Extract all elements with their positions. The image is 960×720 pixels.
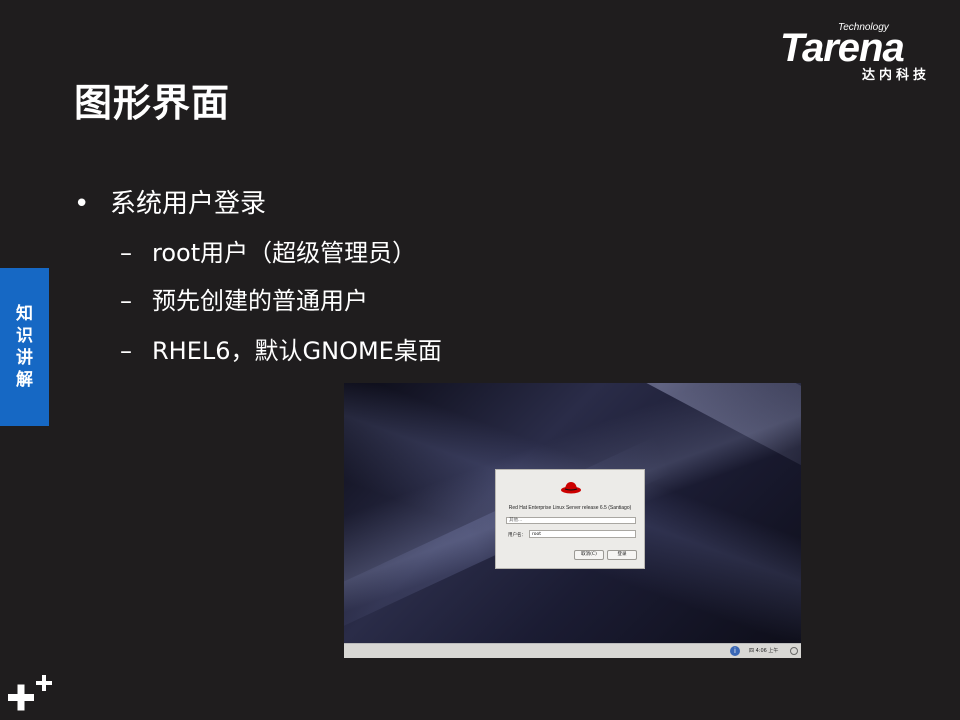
tarena-logo: Technology Tarena 达内科技 bbox=[780, 22, 950, 83]
login-button[interactable]: 登录 bbox=[607, 550, 637, 560]
bullet-dot-icon: • bbox=[74, 189, 90, 219]
dialog-title: Red Hat Enterprise Linux Server release … bbox=[508, 505, 632, 511]
page-title: 图形界面 bbox=[74, 81, 231, 125]
plus-decoration-icon bbox=[8, 675, 52, 711]
bullet-sub: – RHEL6，默认GNOME桌面 bbox=[120, 331, 442, 366]
dash-icon: – bbox=[120, 287, 132, 315]
username-input[interactable]: root bbox=[529, 530, 636, 538]
bullet-main-text: 系统用户登录 bbox=[110, 189, 267, 219]
power-icon[interactable] bbox=[790, 647, 798, 655]
side-tab-char: 解 bbox=[16, 370, 33, 390]
cancel-button[interactable]: 取消(C) bbox=[574, 550, 604, 560]
redhat-logo-icon bbox=[561, 482, 581, 494]
bullet-sub-text: root用户（超级管理员） bbox=[152, 239, 417, 267]
side-tab-char: 知 bbox=[16, 304, 33, 324]
taskbar: i 四 4:06 上午 bbox=[344, 643, 801, 658]
logo-chinese-text: 达内科技 bbox=[862, 68, 931, 83]
username-label: 用户名： bbox=[508, 533, 526, 538]
login-dialog: Red Hat Enterprise Linux Server release … bbox=[495, 469, 645, 569]
side-tab-char: 识 bbox=[16, 326, 33, 346]
side-tab-char: 讲 bbox=[16, 348, 33, 368]
accessibility-icon[interactable]: i bbox=[730, 646, 740, 656]
dash-icon: – bbox=[120, 337, 132, 365]
dash-icon: – bbox=[120, 239, 132, 267]
gnome-login-screenshot: Red Hat Enterprise Linux Server release … bbox=[344, 383, 801, 658]
side-tab-knowledge: 知 识 讲 解 bbox=[0, 268, 49, 426]
bullet-main: • 系统用户登录 bbox=[74, 183, 266, 220]
bullet-sub: – 预先创建的普通用户 bbox=[120, 281, 368, 316]
taskbar-clock: 四 4:06 上午 bbox=[749, 648, 779, 654]
other-user-input[interactable]: 其他... bbox=[506, 517, 636, 524]
bullet-sub-text: RHEL6，默认GNOME桌面 bbox=[152, 337, 442, 365]
bullet-sub: – root用户（超级管理员） bbox=[120, 233, 416, 268]
bullet-sub-text: 预先创建的普通用户 bbox=[152, 287, 368, 315]
